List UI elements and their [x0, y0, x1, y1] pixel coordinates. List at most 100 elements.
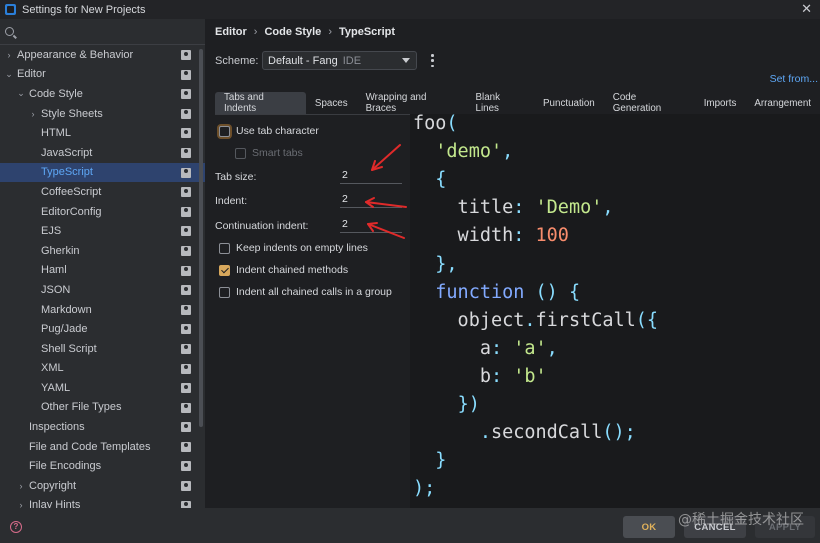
code-line: foo( [413, 113, 458, 134]
chevron-down-icon[interactable]: ⌄ [16, 88, 26, 99]
tab-code-generation[interactable]: Code Generation [604, 92, 695, 114]
sidebar-item-javascript[interactable]: JavaScript [0, 143, 205, 163]
sidebar-item-copyright[interactable]: › Copyright [0, 476, 205, 496]
sidebar-item-xml[interactable]: XML [0, 359, 205, 379]
profile-scope-icon [181, 226, 191, 237]
sidebar-item-label: Style Sheets [41, 107, 103, 120]
close-icon[interactable]: ✕ [801, 1, 812, 17]
use-tab-character-option[interactable]: Use tab character [219, 125, 319, 137]
profile-scope-icon [181, 363, 191, 374]
indent-chained-option[interactable]: Indent chained methods [219, 264, 348, 276]
sidebar-item-coffeescript[interactable]: CoffeeScript [0, 182, 205, 202]
keep-indents-option[interactable]: Keep indents on empty lines [219, 242, 368, 254]
sidebar-item-label: Haml [41, 264, 67, 277]
sidebar-item-style-sheets[interactable]: › Style Sheets [0, 104, 205, 124]
sidebar-item-appearance-behavior[interactable]: › Appearance & Behavior [0, 45, 205, 65]
chevron-right-icon[interactable]: › [16, 500, 26, 508]
sidebar-item-code-style[interactable]: ⌄ Code Style [0, 84, 205, 104]
code-token: 'b' [513, 365, 547, 387]
breadcrumb-item[interactable]: Editor [215, 26, 247, 38]
sidebar-item-html[interactable]: HTML [0, 123, 205, 143]
code-token: (); [602, 422, 636, 444]
breadcrumb-item[interactable]: Code Style [264, 26, 321, 38]
tab-spaces[interactable]: Spaces [306, 92, 357, 114]
code-token: title [413, 197, 514, 219]
sidebar-item-inspections[interactable]: Inspections [0, 417, 205, 437]
breadcrumb-separator: › [253, 26, 258, 38]
code-token: . [479, 422, 491, 444]
sidebar-item-json[interactable]: JSON [0, 280, 205, 300]
sidebar-item-haml[interactable]: Haml [0, 261, 205, 281]
more-options-icon[interactable] [431, 54, 434, 67]
smart-tabs-label: Smart tabs [252, 147, 303, 159]
tab-wrapping-and-braces[interactable]: Wrapping and Braces [357, 92, 467, 114]
indent-all-chained-checkbox[interactable] [219, 286, 230, 298]
sidebar-item-label: Shell Script [41, 342, 97, 355]
chevron-right-icon[interactable]: › [28, 109, 38, 119]
tab-arrangement[interactable]: Arrangement [745, 92, 820, 114]
code-token: width [413, 225, 514, 247]
code-token: 100 [535, 225, 569, 247]
search-icon [5, 27, 14, 36]
tab-punctuation[interactable]: Punctuation [534, 92, 604, 114]
sidebar-scrollbar[interactable] [199, 49, 203, 427]
profile-scope-icon [181, 108, 191, 119]
app-icon [5, 4, 16, 15]
chevron-down-icon [402, 58, 410, 63]
tab-imports[interactable]: Imports [695, 92, 746, 114]
code-token: b [413, 365, 491, 387]
code-preview: foo( 'demo', { title: 'Demo', width: 100… [410, 113, 820, 508]
sidebar-item-label: Code Style [29, 87, 83, 100]
settings-sidebar: › Appearance & Behavior ⌄ Editor ⌄ Code Style… [0, 19, 205, 508]
sidebar-item-yaml[interactable]: YAML [0, 378, 205, 398]
chevron-right-icon[interactable]: › [16, 481, 26, 491]
use-tab-character-label: Use tab character [236, 125, 319, 137]
sidebar-item-typescript[interactable]: TypeScript [0, 162, 205, 183]
code-line: .secondCall(); [413, 422, 636, 443]
use-tab-character-checkbox[interactable] [219, 125, 230, 137]
tab-tabs-and-indents[interactable]: Tabs and Indents [215, 92, 306, 114]
sidebar-item-file-and-code-templates[interactable]: File and Code Templates [0, 437, 205, 457]
sidebar-item-file-encodings[interactable]: File Encodings [0, 456, 205, 476]
sidebar-item-gherkin[interactable]: Gherkin [0, 241, 205, 261]
tab-blank-lines[interactable]: Blank Lines [467, 92, 535, 114]
sidebar-item-other-file-types[interactable]: Other File Types [0, 398, 205, 418]
code-token: foo [413, 113, 447, 134]
sidebar-item-label: JavaScript [41, 146, 93, 159]
code-token: ( [446, 113, 458, 134]
sidebar-item-editorconfig[interactable]: EditorConfig [0, 202, 205, 222]
set-from-link[interactable]: Set from... [770, 73, 818, 85]
sidebar-item-label: Pug/Jade [41, 323, 88, 336]
code-token: } [435, 450, 447, 472]
code-line: } [413, 450, 446, 471]
code-line: title: 'Demo', [413, 197, 614, 218]
sidebar-item-label: Appearance & Behavior [17, 48, 134, 61]
keep-indents-checkbox[interactable] [219, 242, 230, 254]
breadcrumb-separator: › [328, 26, 332, 38]
search-input[interactable] [20, 25, 180, 38]
code-token: , [546, 337, 558, 359]
chevron-down-icon[interactable]: ⌄ [4, 69, 14, 80]
scheme-dropdown[interactable]: Default - Fang IDE [262, 51, 417, 70]
code-token: 'demo' [435, 141, 503, 163]
profile-scope-icon [181, 89, 191, 100]
sidebar-item-editor[interactable]: ⌄ Editor [0, 65, 205, 85]
help-icon[interactable]: ? [10, 521, 22, 533]
profile-scope-icon [181, 441, 191, 452]
chevron-right-icon[interactable]: › [4, 50, 14, 60]
code-token: ({ [635, 309, 659, 331]
sidebar-item-pug-jade[interactable]: Pug/Jade [0, 319, 205, 339]
ok-button[interactable]: OK [623, 516, 675, 538]
sidebar-item-shell-script[interactable]: Shell Script [0, 339, 205, 359]
sidebar-item-inlay-hints[interactable]: › Inlay Hints [0, 496, 205, 508]
indent-all-chained-option[interactable]: Indent all chained calls in a group [219, 286, 392, 298]
sidebar-item-markdown[interactable]: Markdown [0, 300, 205, 320]
indent-chained-checkbox[interactable] [219, 264, 230, 276]
window-title: Settings for New Projects [22, 3, 146, 16]
sidebar-item-label: EditorConfig [41, 205, 102, 218]
sidebar-item-ejs[interactable]: EJS [0, 221, 205, 241]
breadcrumb-item: TypeScript [338, 26, 396, 38]
code-line: { [413, 169, 446, 190]
